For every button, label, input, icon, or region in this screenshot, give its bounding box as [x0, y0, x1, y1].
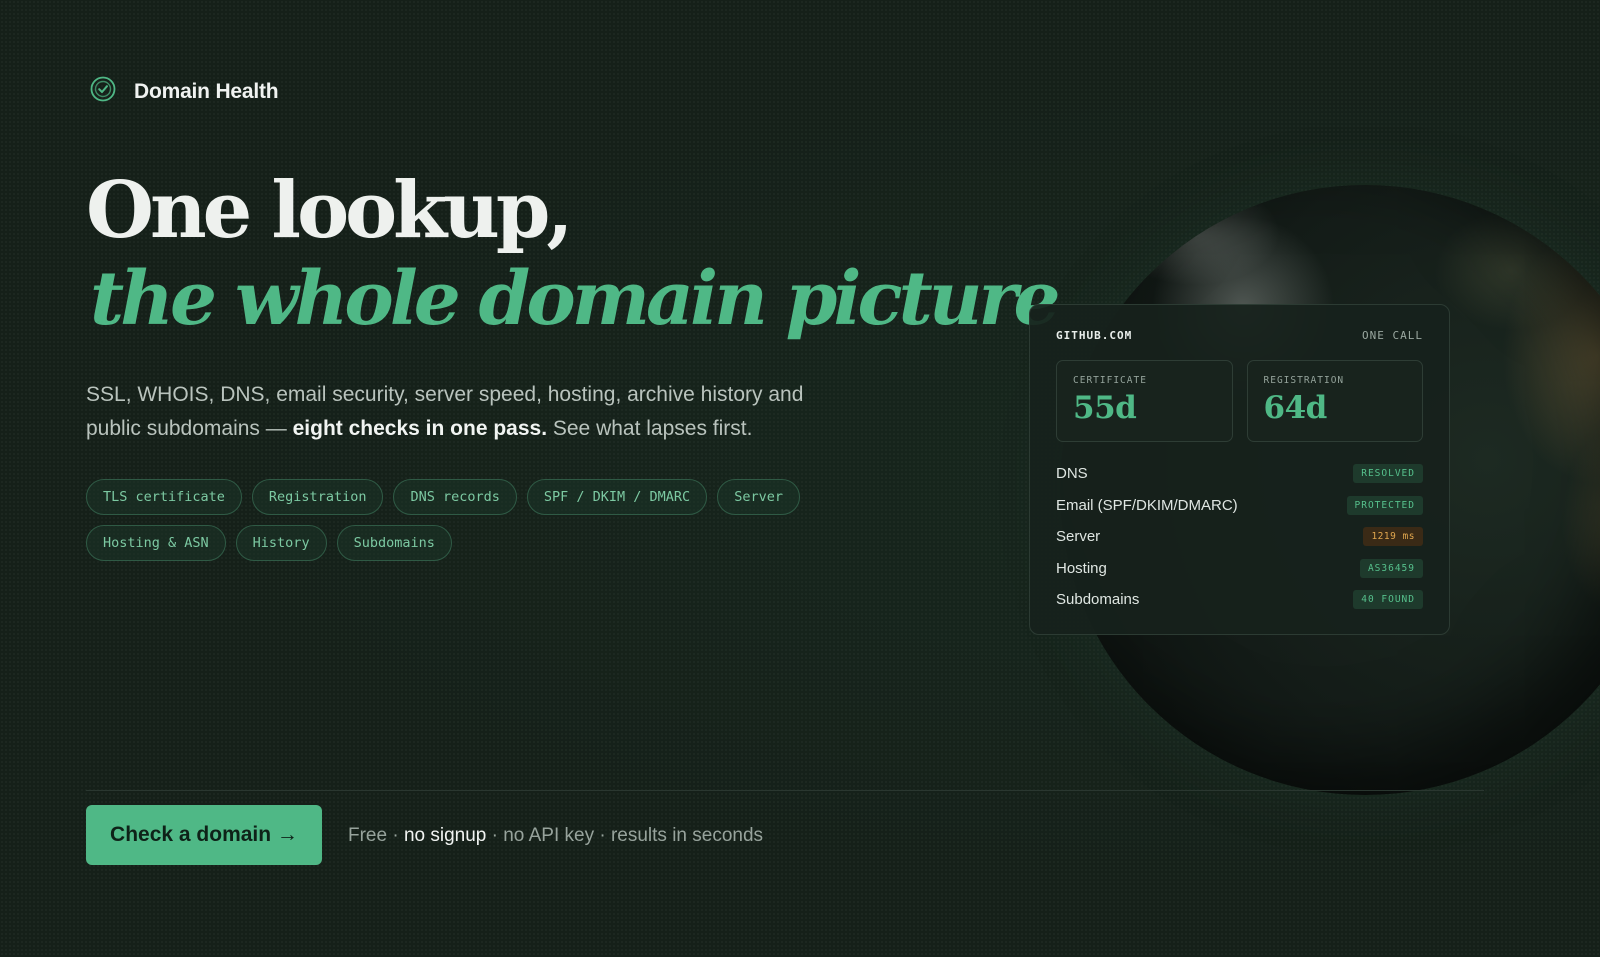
chip-tls-certificate: TLS certificate: [86, 479, 242, 515]
card-stats: CERTIFICATE 55d REGISTRATION 64d: [1056, 360, 1423, 442]
chip-dns-records: DNS records: [393, 479, 517, 515]
status-badge: PROTECTED: [1346, 495, 1423, 515]
card-rows: DNS RESOLVED Email (SPF/DKIM/DMARC) PROT…: [1056, 458, 1423, 616]
stat-value: 55d: [1073, 390, 1137, 426]
chip-email-auth: SPF / DKIM / DMARC: [526, 479, 708, 515]
chip-subdomains: Subdomains: [336, 525, 452, 561]
brand-name: Domain Health: [134, 79, 279, 103]
check-circle-icon: [89, 75, 117, 108]
row-label: Server: [1056, 528, 1101, 546]
headline-line-1: One lookup,: [86, 165, 574, 256]
chip-hosting-asn: Hosting & ASN: [86, 525, 226, 561]
stat-certificate: CERTIFICATE 55d: [1056, 360, 1233, 442]
lede-emphasis: eight checks in one pass.: [292, 417, 548, 440]
card-tag: ONE CALL: [1362, 329, 1423, 342]
row-label: DNS: [1056, 465, 1088, 483]
row-label: Subdomains: [1056, 591, 1140, 609]
check-chips: TLS certificate Registration DNS records…: [86, 479, 846, 561]
status-badge: 40 FOUND: [1353, 590, 1423, 610]
divider: [86, 790, 1484, 791]
chip-registration: Registration: [251, 479, 384, 515]
cta-note: Free · no signup · no API key · results …: [348, 825, 763, 847]
row-hosting: Hosting AS36459: [1056, 553, 1423, 585]
sample-report-card: GITHUB.COM ONE CALL CERTIFICATE 55d REGI…: [1029, 304, 1450, 635]
cta-note-free: Free ·: [348, 825, 404, 846]
stat-registration: REGISTRATION 64d: [1246, 360, 1423, 442]
row-server: Server 1219 ms: [1056, 521, 1423, 553]
row-dns: DNS RESOLVED: [1056, 458, 1423, 490]
brand[interactable]: Domain Health: [89, 75, 279, 108]
status-badge: 1219 ms: [1363, 527, 1423, 547]
status-badge: AS36459: [1359, 558, 1423, 578]
stat-label: REGISTRATION: [1263, 375, 1345, 386]
cta-note-rest: · no API key · results in seconds: [486, 825, 764, 846]
card-header: GITHUB.COM ONE CALL: [1056, 329, 1423, 342]
headline-line-2: the whole domain picture: [90, 256, 1061, 342]
chip-server: Server: [717, 479, 800, 515]
row-label: Hosting: [1056, 559, 1107, 577]
card-domain: GITHUB.COM: [1056, 329, 1133, 342]
lede-tail: See what lapses first.: [547, 417, 753, 440]
row-subdomains: Subdomains 40 FOUND: [1056, 584, 1423, 616]
chip-history: History: [235, 525, 327, 561]
status-badge: RESOLVED: [1353, 464, 1423, 484]
cta-note-no-signup: no signup: [403, 825, 487, 846]
hero-description: SSL, WHOIS, DNS, email security, server …: [86, 378, 846, 446]
row-email: Email (SPF/DKIM/DMARC) PROTECTED: [1056, 490, 1423, 522]
stat-value: 64d: [1263, 390, 1328, 426]
row-label: Email (SPF/DKIM/DMARC): [1056, 496, 1238, 514]
stat-label: CERTIFICATE: [1073, 375, 1147, 386]
check-domain-button[interactable]: Check a domain →: [86, 805, 322, 865]
